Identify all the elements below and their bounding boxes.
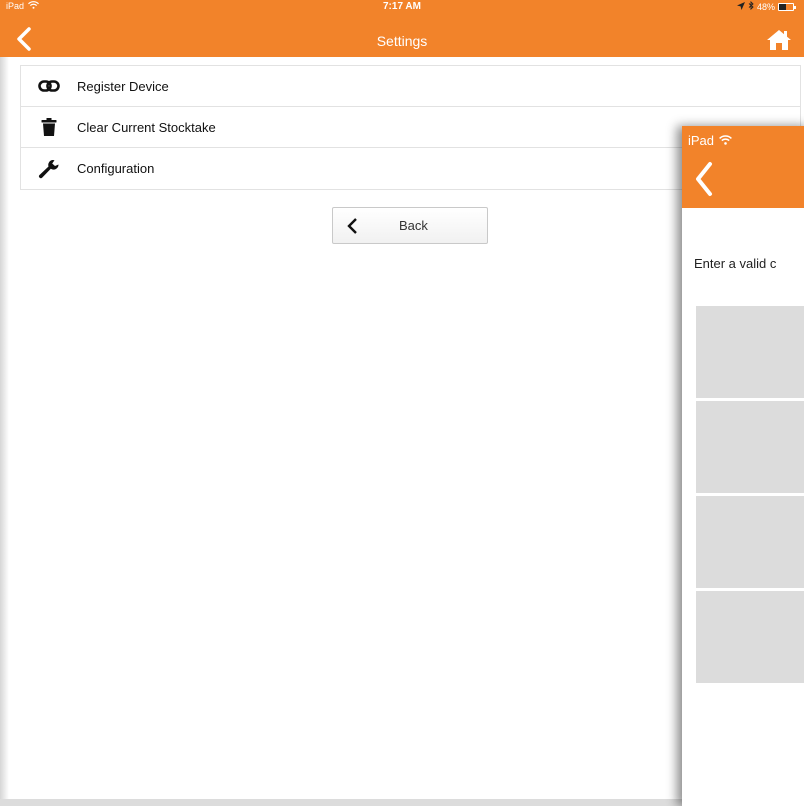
keypad-tile[interactable]: [696, 496, 804, 588]
link-icon: [21, 80, 77, 92]
status-bar-right: 48%: [736, 0, 796, 12]
menu-item-register-device[interactable]: Register Device: [21, 66, 800, 107]
back-button-label: Back: [399, 218, 428, 233]
status-time: 7:17 AM: [383, 1, 421, 12]
wrench-icon: [21, 159, 77, 179]
bluetooth-icon: [748, 0, 754, 12]
page-title: Settings: [376, 33, 428, 49]
overlay-status-bar: iPad: [688, 133, 732, 148]
overlay-nav-bar: iPad: [682, 126, 804, 208]
location-icon: [736, 1, 745, 12]
keypad-tile[interactable]: [696, 306, 804, 398]
keypad-tile[interactable]: [696, 401, 804, 493]
menu-item-label: Register Device: [77, 78, 169, 94]
keypad-tile[interactable]: [696, 591, 804, 683]
overlay-keypad: [696, 306, 804, 686]
trash-icon: [21, 118, 77, 136]
chevron-left-icon: [333, 217, 371, 234]
overlay-back-icon[interactable]: [693, 160, 715, 198]
menu-item-label: Configuration: [77, 161, 155, 176]
page-edge-shadow: [0, 57, 9, 799]
menu-item-label: Clear Current Stocktake: [77, 119, 216, 135]
overlay-prompt-text: Enter a valid c: [694, 256, 777, 271]
battery-icon: [778, 2, 796, 11]
back-button[interactable]: Back: [332, 207, 488, 244]
overlay-device-label: iPad: [688, 133, 715, 148]
overlay-screen: iPad Enter a valid c: [682, 126, 804, 806]
home-icon[interactable]: [766, 28, 792, 52]
battery-percent: 48%: [756, 1, 775, 12]
wifi-icon: [719, 133, 732, 148]
nav-bar: iPad 7:17 AM 48% Settings: [0, 0, 804, 57]
